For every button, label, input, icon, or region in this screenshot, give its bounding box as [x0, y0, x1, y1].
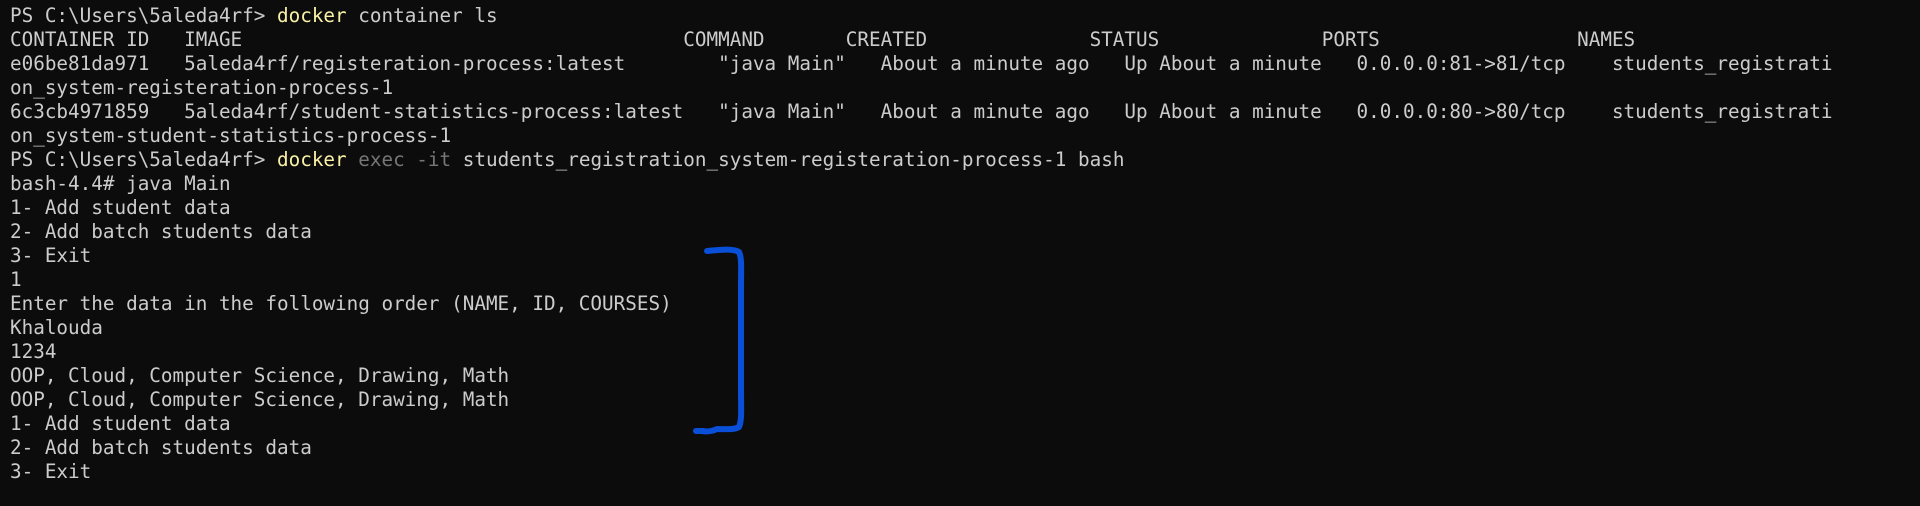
command-flag: exec -it [346, 148, 452, 171]
output-line: CONTAINER ID IMAGE COMMAND CREATED STATU… [10, 28, 1636, 51]
prompt-line: PS C:\Users\5aleda4rf> docker container … [10, 4, 1833, 28]
prompt-line: PS C:\Users\5aleda4rf> docker exec -it s… [10, 148, 1833, 172]
output-line: 2- Add batch students data [10, 436, 312, 459]
command-name: docker [277, 148, 347, 171]
command-name: docker [277, 4, 347, 27]
output-line: 1- Add student data [10, 412, 231, 435]
output-line: e06be81da971 5aleda4rf/registeration-pro… [10, 52, 1833, 75]
output-line: OOP, Cloud, Computer Science, Drawing, M… [10, 388, 510, 411]
output-line: on_system-student-statistics-process-1 [10, 124, 452, 147]
command-args: container ls [346, 4, 498, 27]
output-line: Khalouda [10, 316, 103, 339]
prompt-text: PS C:\Users\5aleda4rf> [10, 148, 277, 171]
output-line: 3- Exit [10, 460, 92, 483]
output-line: 1 [10, 268, 22, 291]
prompt-text: PS C:\Users\5aleda4rf> [10, 4, 277, 27]
terminal-output: PS C:\Users\5aleda4rf> docker container … [10, 4, 1833, 484]
terminal-window[interactable]: PS C:\Users\5aleda4rf> docker container … [0, 0, 1920, 506]
output-line: on_system-registeration-process-1 [10, 76, 394, 99]
output-line: 6c3cb4971859 5aleda4rf/student-statistic… [10, 100, 1833, 123]
output-line: 1- Add student data [10, 196, 231, 219]
output-line: 1234 [10, 340, 57, 363]
output-line: bash-4.4# java Main [10, 172, 231, 195]
command-args: students_registration_system-registerati… [451, 148, 1125, 171]
output-line: Enter the data in the following order (N… [10, 292, 672, 315]
output-line: OOP, Cloud, Computer Science, Drawing, M… [10, 364, 510, 387]
output-line: 3- Exit [10, 244, 92, 267]
output-line: 2- Add batch students data [10, 220, 312, 243]
